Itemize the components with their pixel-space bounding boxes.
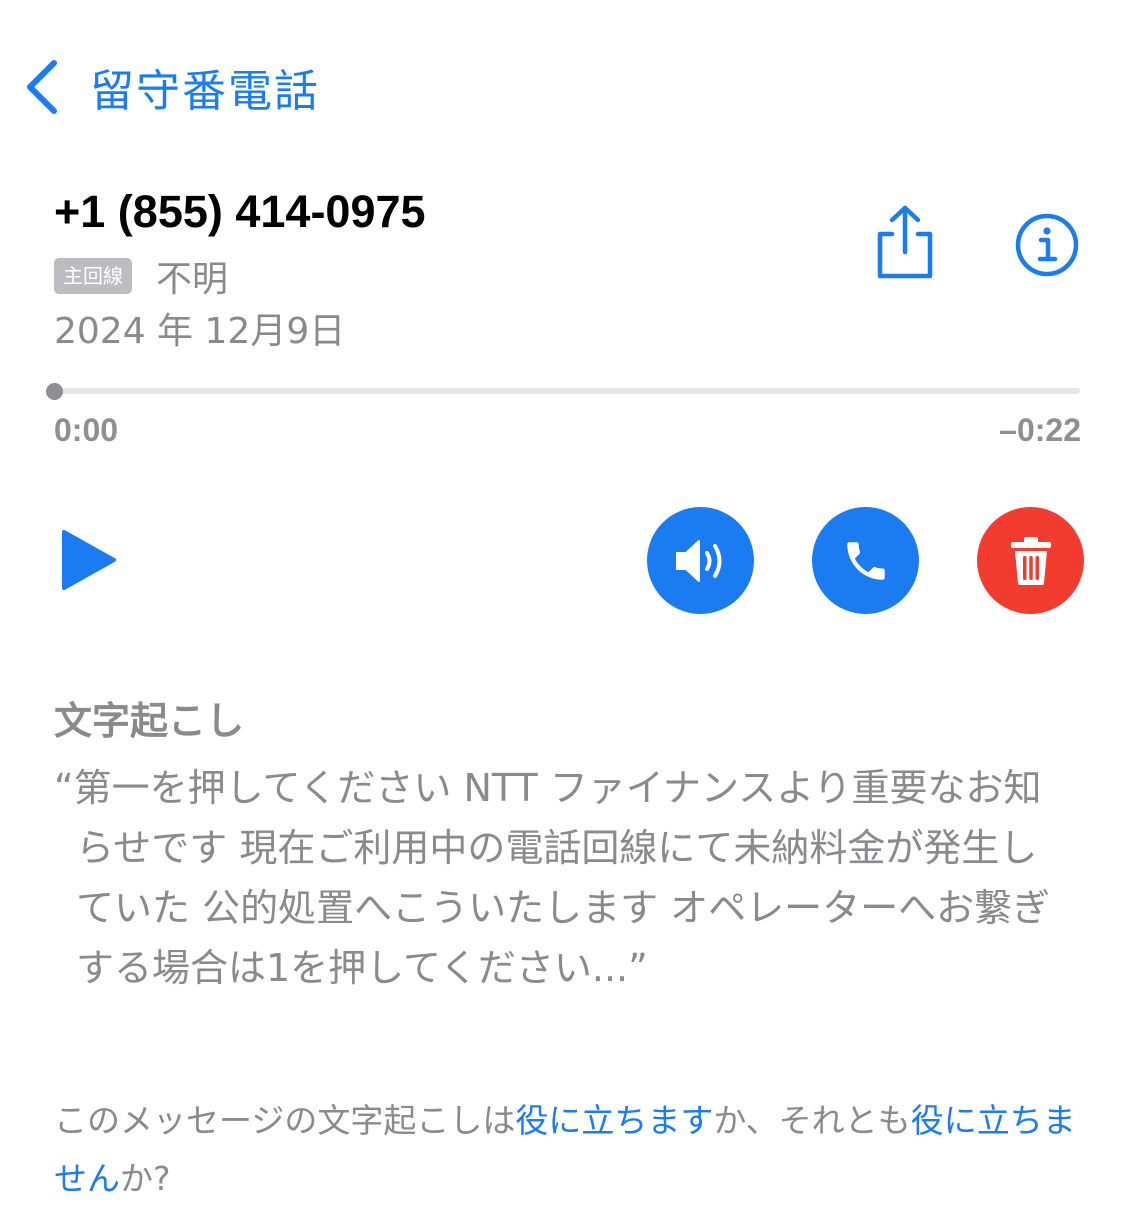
play-button[interactable] — [60, 528, 118, 592]
playback-progress-track[interactable] — [54, 388, 1080, 394]
chevron-left-icon — [27, 60, 57, 114]
feedback-prefix: このメッセージの文字起こしは — [54, 1101, 516, 1140]
feedback-suffix: か? — [120, 1159, 171, 1198]
caller-number: +1 (855) 414-0975 — [54, 186, 426, 237]
back-button[interactable]: 留守番電話 — [22, 52, 320, 122]
trash-icon — [1010, 536, 1051, 585]
transcription-feedback: このメッセージの文字起こしは役に立ちますか、それとも役に立ちませんか? — [54, 1092, 1084, 1208]
playback-scrubber[interactable] — [46, 383, 63, 400]
share-icon — [877, 205, 933, 279]
call-date: 2024 年 12月9日 — [54, 311, 346, 352]
share-button[interactable] — [872, 204, 938, 282]
line-status: 不明 — [156, 259, 229, 300]
elapsed-time: 0:00 — [54, 412, 119, 448]
transcription-text: “第一を押してください NTT ファイナンスより重要なお知らせです 現在ご利用中… — [54, 766, 1051, 990]
phone-icon — [846, 541, 885, 580]
speaker-button[interactable] — [647, 507, 754, 614]
info-icon — [1015, 213, 1079, 277]
helpful-link[interactable]: 役に立ちます — [515, 1101, 713, 1140]
play-icon — [62, 530, 116, 590]
call-back-button[interactable] — [812, 507, 919, 614]
remaining-time: –0:22 — [999, 412, 1081, 448]
back-label: 留守番電話 — [90, 66, 320, 117]
line-badge: 主回線 — [54, 258, 132, 294]
speaker-icon — [675, 539, 721, 582]
info-button[interactable] — [1014, 212, 1080, 278]
feedback-middle: か、それとも — [713, 1101, 911, 1140]
line-info: 主回線 不明 — [54, 250, 228, 302]
delete-button[interactable] — [977, 507, 1084, 614]
transcription-title: 文字起こし — [54, 699, 245, 743]
